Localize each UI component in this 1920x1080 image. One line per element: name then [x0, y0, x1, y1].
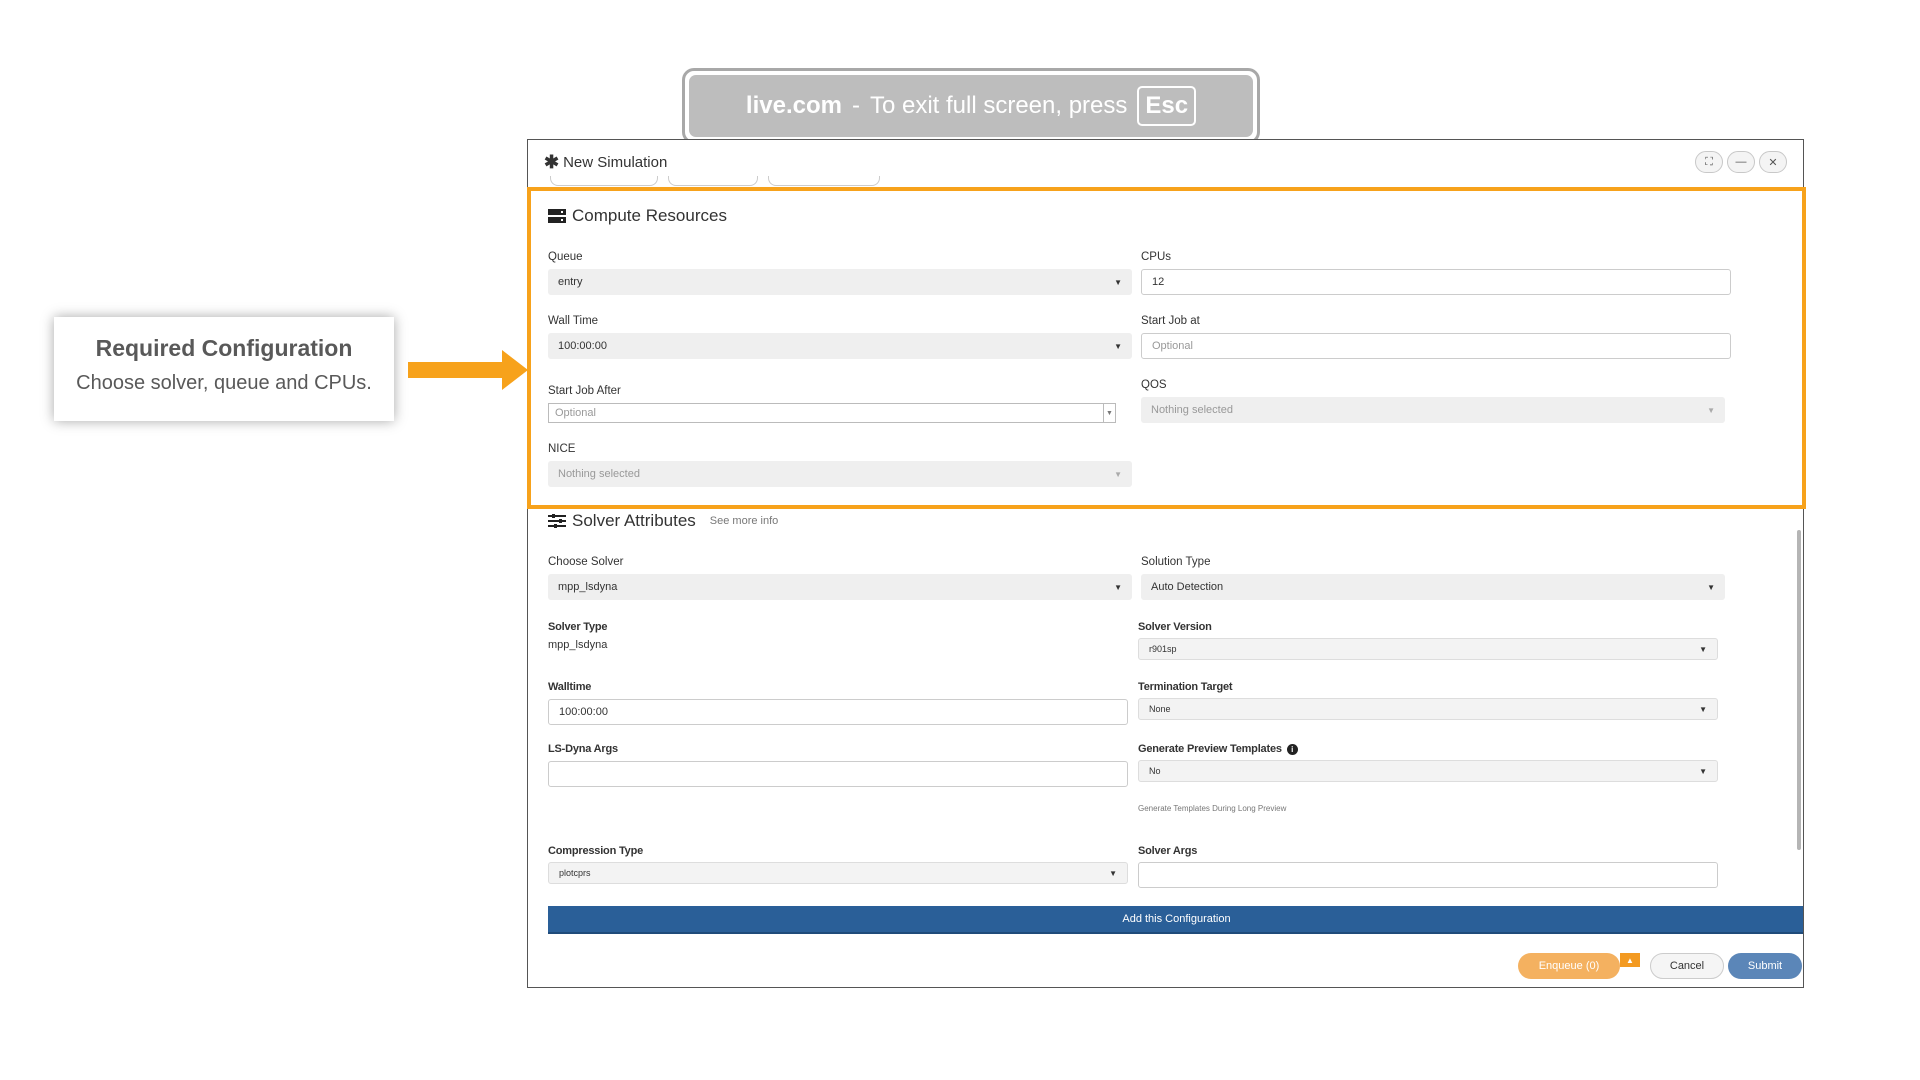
lsdyna-args-input[interactable] — [548, 761, 1128, 787]
start-job-at-placeholder: Optional — [1152, 340, 1193, 352]
generate-preview-label-text: Generate Preview Templates — [1138, 743, 1282, 755]
chevron-up-icon[interactable]: ▲ — [1620, 953, 1640, 967]
submit-button[interactable]: Submit — [1728, 953, 1802, 979]
info-icon[interactable]: i — [1286, 744, 1298, 755]
chevron-down-icon: ▼ — [1109, 868, 1117, 878]
chevron-down-icon: ▼ — [1114, 277, 1122, 287]
chevron-down-icon: ▼ — [1114, 341, 1122, 351]
qos-value: Nothing selected — [1151, 404, 1233, 416]
esc-key: Esc — [1137, 86, 1197, 126]
cpus-value: 12 — [1152, 276, 1165, 288]
termination-target-select[interactable]: None ▼ — [1138, 698, 1718, 720]
solver-type-label: Solver Type — [548, 621, 608, 633]
minimize-icon[interactable]: — — [1727, 151, 1755, 173]
fullscreen-site: live.com — [745, 92, 842, 119]
callout-arrow-icon — [408, 350, 528, 390]
callout-box: Required Configuration Choose solver, qu… — [54, 317, 394, 421]
start-job-after-placeholder: Optional — [555, 407, 596, 419]
generate-preview-value: No — [1149, 766, 1161, 776]
add-configuration-button[interactable]: Add this Configuration — [548, 906, 1803, 934]
chevron-down-icon: ▼ — [1699, 644, 1707, 654]
choose-solver-label: Choose Solver — [548, 556, 624, 568]
start-job-at-label: Start Job at — [1141, 315, 1200, 327]
solver-version-value: r901sp — [1149, 644, 1177, 654]
solver-args-label: Solver Args — [1138, 845, 1198, 857]
termination-target-value: None — [1149, 704, 1171, 714]
walltime-value: 100:00:00 — [559, 706, 608, 718]
tab-stub[interactable] — [668, 176, 758, 186]
generate-preview-label: Generate Preview Templates i — [1138, 743, 1298, 755]
solution-type-value: Auto Detection — [1151, 581, 1224, 593]
qos-select[interactable]: Nothing selected ▼ — [1141, 397, 1725, 423]
nice-select[interactable]: Nothing selected ▼ — [548, 461, 1132, 487]
solution-type-select[interactable]: Auto Detection ▼ — [1141, 574, 1725, 600]
nice-value: Nothing selected — [558, 468, 640, 480]
termination-target-label: Termination Target — [1138, 681, 1233, 693]
walltime-label: Walltime — [548, 681, 592, 693]
chevron-down-icon: ▼ — [1699, 704, 1707, 714]
close-icon[interactable]: ✕ — [1759, 151, 1787, 173]
chevron-down-icon: ▼ — [1114, 582, 1122, 592]
solver-attributes-heading: Solver Attributes See more info — [548, 511, 778, 531]
solver-attributes-title: Solver Attributes — [572, 511, 696, 530]
solver-args-input[interactable] — [1138, 862, 1718, 888]
callout-title: Required Configuration — [95, 335, 353, 361]
solver-version-label: Solver Version — [1138, 621, 1212, 633]
compression-type-label: Compression Type — [548, 845, 644, 857]
queue-select[interactable]: entry ▼ — [548, 269, 1132, 295]
cpus-label: CPUs — [1141, 251, 1172, 263]
expand-icon[interactable]: ⛶ — [1695, 151, 1723, 173]
chevron-down-icon: ▼ — [1699, 766, 1707, 776]
asterisk-icon: ✱ — [544, 151, 560, 172]
enqueue-button[interactable]: Enqueue (0) — [1518, 953, 1620, 979]
chevron-down-icon: ▼ — [1103, 404, 1115, 422]
wall-time-label: Wall Time — [548, 315, 599, 327]
scrollbar[interactable] — [1797, 530, 1801, 850]
cpus-input[interactable]: 12 — [1141, 269, 1731, 295]
callout-subtitle: Choose solver, queue and CPUs. — [76, 372, 372, 394]
chevron-down-icon: ▼ — [1114, 469, 1122, 479]
new-simulation-dialog: ✱ New Simulation ⛶ — ✕ Compute Resources… — [527, 139, 1804, 988]
solver-version-select[interactable]: r901sp ▼ — [1138, 638, 1718, 660]
choose-solver-value: mpp_lsdyna — [558, 581, 618, 593]
tab-stub[interactable] — [550, 176, 658, 186]
nice-label: NICE — [548, 443, 576, 455]
cancel-button[interactable]: Cancel — [1650, 953, 1724, 979]
qos-label: QOS — [1141, 379, 1167, 391]
walltime-input[interactable]: 100:00:00 — [548, 699, 1128, 725]
compute-resources-heading: Compute Resources — [548, 206, 727, 226]
start-job-at-input[interactable]: Optional — [1141, 333, 1731, 359]
start-job-after-select[interactable]: Optional ▼ — [548, 403, 1116, 423]
fullscreen-message: To exit full screen, press — [869, 92, 1128, 119]
lsdyna-args-label: LS-Dyna Args — [548, 743, 618, 755]
queue-label: Queue — [548, 251, 583, 263]
solver-type-value: mpp_lsdyna — [548, 639, 608, 651]
compression-type-value: plotcprs — [559, 868, 591, 878]
fullscreen-notice: live.com - To exit full screen, press Es… — [682, 68, 1260, 144]
start-job-after-label: Start Job After — [548, 385, 621, 397]
see-more-info-link[interactable]: See more info — [710, 515, 778, 527]
server-icon — [548, 209, 566, 223]
sliders-icon — [548, 514, 566, 528]
fullscreen-notice-body: live.com - To exit full screen, press Es… — [689, 75, 1253, 137]
tab-stub[interactable] — [768, 176, 880, 186]
generate-preview-select[interactable]: No ▼ — [1138, 760, 1718, 782]
window-controls: ⛶ — ✕ — [1695, 151, 1787, 173]
queue-value: entry — [558, 276, 583, 288]
choose-solver-select[interactable]: mpp_lsdyna ▼ — [548, 574, 1132, 600]
fullscreen-separator: - — [851, 92, 860, 119]
compression-type-select[interactable]: plotcprs ▼ — [548, 862, 1128, 884]
solution-type-label: Solution Type — [1141, 556, 1211, 568]
compute-resources-title: Compute Resources — [572, 206, 727, 225]
dialog-title: New Simulation — [563, 153, 668, 171]
chevron-down-icon: ▼ — [1707, 405, 1715, 415]
wall-time-value: 100:00:00 — [558, 340, 607, 352]
generate-preview-hint: Generate Templates During Long Preview — [1138, 804, 1287, 813]
wall-time-select[interactable]: 100:00:00 ▼ — [548, 333, 1132, 359]
chevron-down-icon: ▼ — [1707, 582, 1715, 592]
